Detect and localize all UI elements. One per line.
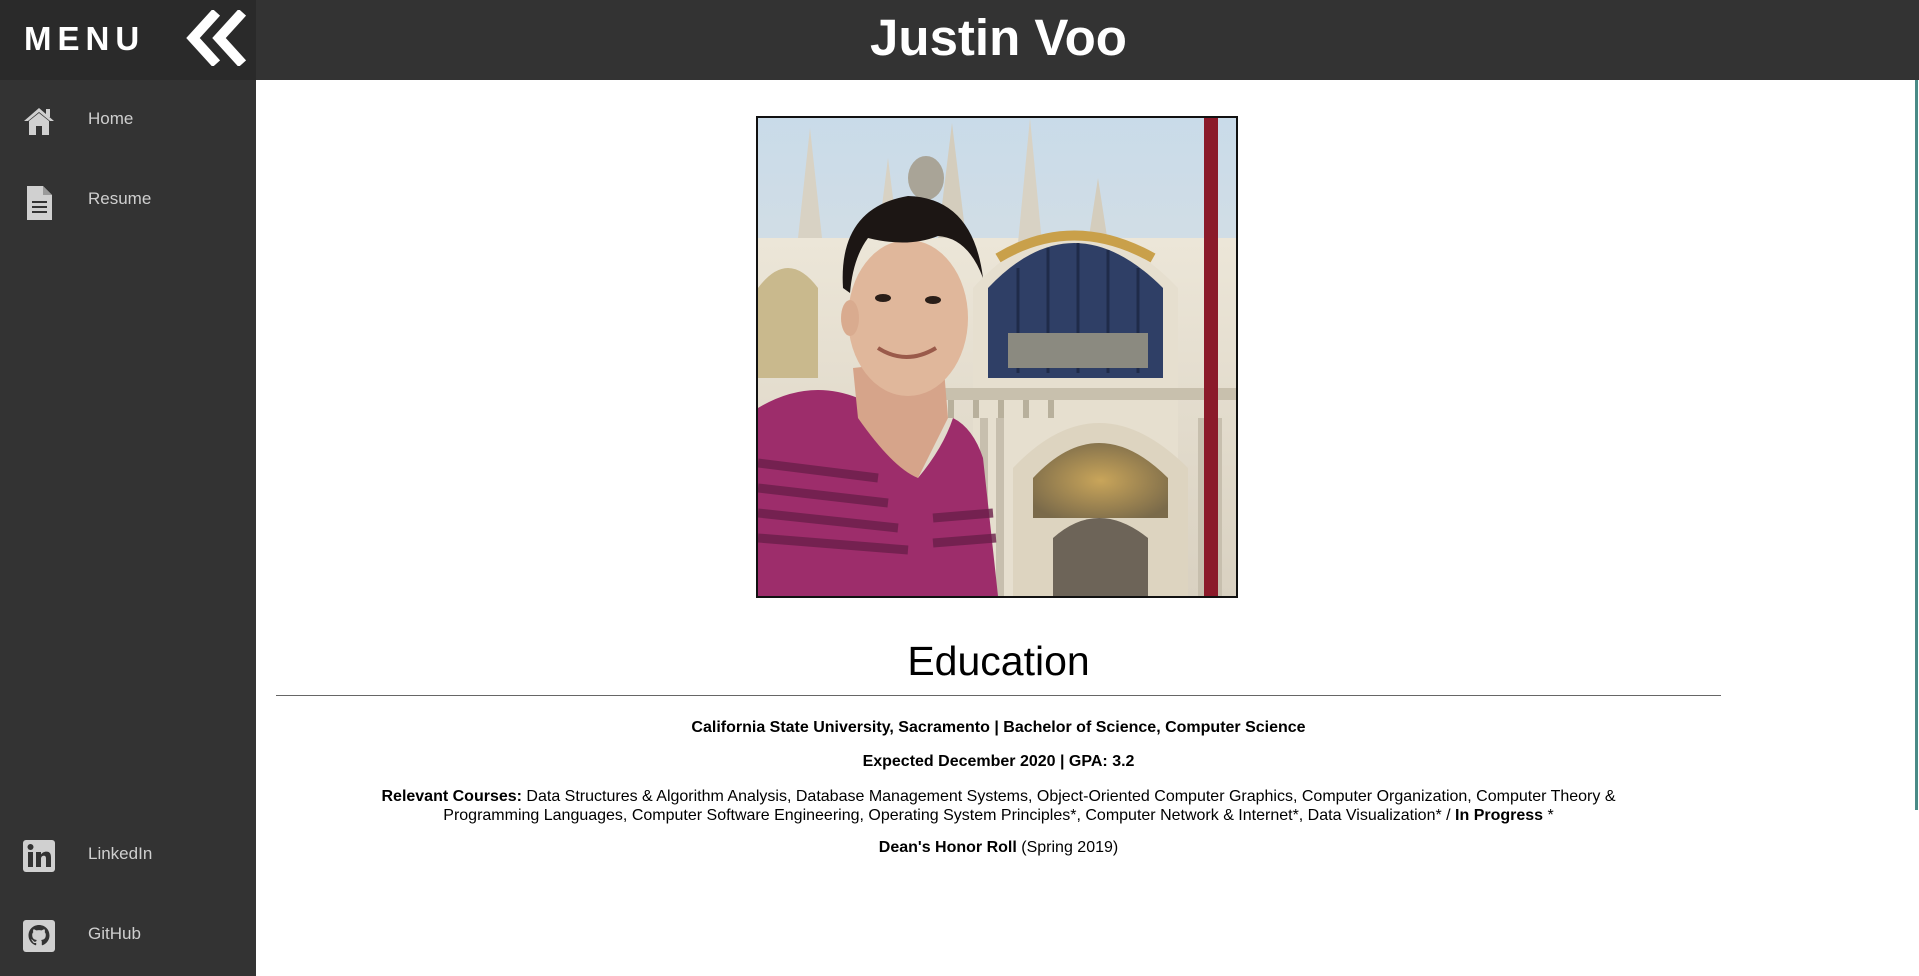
double-chevron-left-icon [186,8,247,68]
expected-graduation-line: Expected December 2020 | GPA: 3.2 [862,753,1135,770]
sidebar-item-label: GitHub [88,924,141,943]
sidebar-item-github[interactable]: GitHub [0,907,256,963]
sidebar-header: MENU [0,0,256,80]
section-divider [276,695,1721,696]
sidebar-item-home[interactable]: Home [0,92,256,148]
school-line: California State University, Sacramento … [691,719,1306,736]
photo-image [758,118,1236,596]
sidebar-item-resume[interactable]: Resume [0,172,256,228]
sidebar-item-label: Home [88,109,134,128]
scrollbar[interactable] [1915,80,1918,810]
honor-term: (Spring 2019) [1016,839,1119,856]
home-icon [22,104,56,138]
sidebar-item-label: Resume [88,189,152,208]
sidebar-item-label: LinkedIn [88,844,153,863]
menu-title: MENU [24,20,146,57]
courses-list: Data Structures & Algorithm Analysis, Da… [443,788,1616,824]
document-icon [22,184,56,220]
sidebar: MENU Home Resume LinkedIn GitHub [0,0,256,976]
page-title: Justin Voo [870,9,1127,66]
honor-label: Dean's Honor Roll [878,839,1017,856]
education-heading: Education [907,638,1090,684]
honor-roll-line: Dean's Honor Roll (Spring 2019) [276,839,1721,857]
in-progress-label: In Progress [1455,807,1544,824]
linkedin-icon [22,839,56,873]
in-progress-mark: * [1543,807,1554,824]
collapse-menu-button[interactable] [183,8,247,68]
sidebar-item-linkedin[interactable]: LinkedIn [0,827,256,883]
profile-photo [756,116,1238,598]
courses-label: Relevant Courses: [381,788,522,805]
relevant-courses: Relevant Courses: Data Structures & Algo… [370,787,1627,825]
github-icon [22,919,56,953]
top-header: Justin Voo [256,0,1919,80]
